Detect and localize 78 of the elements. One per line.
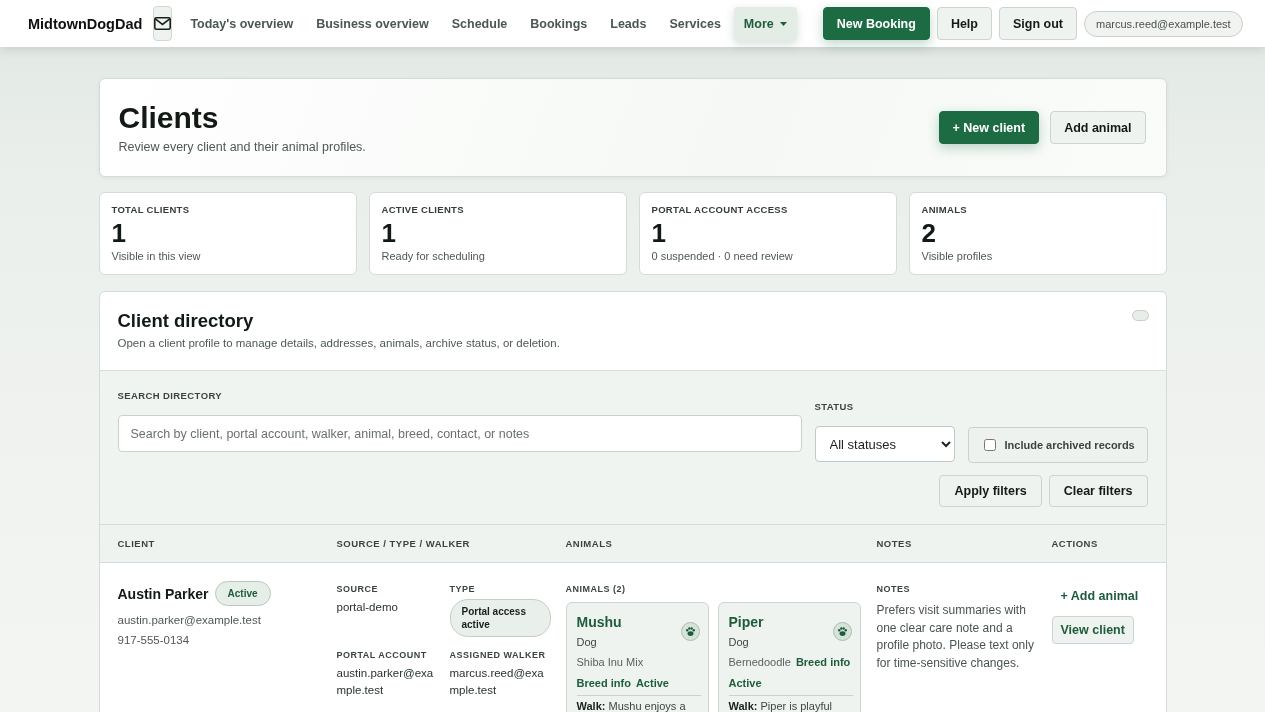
field-label: SEARCH DIRECTORY <box>117 390 223 402</box>
status-badge: Active <box>214 581 271 606</box>
section-description: Open a client profile to manage details, addresses, animals, archive status, or deletion. <box>117 336 560 351</box>
stat-note: 0 suspended · 0 need review <box>651 249 793 263</box>
column-header: NOTES <box>876 538 912 549</box>
walk-note: Walk: Mushu enjoys a <box>576 695 701 712</box>
stat-value: 1 <box>651 218 666 248</box>
stat-label: ACTIVE CLIENTS <box>381 204 464 216</box>
client-email: austin.parker@example.test <box>117 613 261 628</box>
paw-icon <box>680 622 700 641</box>
filter-button[interactable]: Clear filters <box>1048 475 1148 507</box>
stat-value: 2 <box>921 218 936 248</box>
field-label: ASSIGNED WALKER <box>449 649 546 662</box>
animal-name: Piper <box>728 613 764 632</box>
column-header: ACTIONS <box>1051 538 1098 549</box>
walk-note: Walk: Piper is playful <box>728 695 853 712</box>
page-subtitle: Review every client and their animal profiles. <box>118 139 366 155</box>
animals-label: ANIMALS (2) <box>565 583 626 596</box>
search-field[interactable]: Search by client, portal account, walker, animal, breed, contact, or notes <box>117 415 802 452</box>
field-value: portal-demo <box>336 600 398 615</box>
nav-button[interactable]: Help <box>936 7 992 40</box>
animal-name: Mushu <box>576 613 622 632</box>
animal-species: Dog <box>728 635 749 650</box>
breed-info-link[interactable]: Breed info <box>576 674 631 692</box>
add-animal-link[interactable]: + Add animal <box>1051 584 1148 608</box>
nav-link[interactable]: Services <box>659 6 731 41</box>
nav-link[interactable]: Business overview <box>306 6 439 41</box>
stat-label: PORTAL ACCOUNT ACCESS <box>651 204 788 216</box>
animal-breed: Bernedoodle <box>728 655 791 670</box>
breed-info-link[interactable]: Breed info <box>795 653 851 671</box>
archived-filter[interactable]: Include archived records <box>967 427 1148 463</box>
client-phone: 917-555-0134 <box>117 633 190 648</box>
brand-name: MidtownDogDad <box>28 15 143 32</box>
type-badge: Portal access active <box>449 599 551 637</box>
stat-note: Visible profiles <box>921 249 993 263</box>
new-booking-button[interactable]: New Booking <box>822 7 930 40</box>
animal-breed: Shiba Inu Mix <box>576 655 644 670</box>
animal-species: Dog <box>576 635 597 650</box>
field-label: PORTAL ACCOUNT <box>336 649 427 662</box>
account-email: marcus.reed@example.test <box>1084 10 1243 37</box>
add-animal-button[interactable]: Add animal <box>1050 111 1146 144</box>
nav-button[interactable]: Sign out <box>999 7 1077 40</box>
animal-status: Active <box>635 676 669 691</box>
stat-note: Ready for scheduling <box>381 249 485 263</box>
more-menu-button[interactable]: More <box>733 6 797 41</box>
stat-label: TOTAL CLIENTS <box>111 204 190 216</box>
notes-text: Prefers visit summaries with one clear care note and a profile photo. Please text only for time-sensitive changes. <box>876 602 1035 672</box>
nav-link[interactable]: Bookings <box>520 6 598 41</box>
notes-label: NOTES <box>876 583 910 596</box>
animal-status: Active <box>728 676 762 691</box>
field-label: STATUS <box>814 401 854 413</box>
inbox-button[interactable] <box>153 6 173 41</box>
nav-link[interactable]: Leads <box>600 6 657 41</box>
stat-label: ANIMALS <box>921 204 967 216</box>
page-title: Clients <box>118 100 219 136</box>
filter-button[interactable]: Apply filters <box>939 475 1042 507</box>
checkbox[interactable] <box>983 439 996 451</box>
new-client-button[interactable]: + New client <box>938 111 1040 144</box>
field-label: SOURCE <box>336 583 378 596</box>
nav-link[interactable]: Schedule <box>441 6 518 41</box>
stat-value: 1 <box>381 218 396 248</box>
field-label: TYPE <box>449 583 475 596</box>
field-value: marcus.reed@example.test <box>449 666 545 698</box>
nav-link[interactable]: Today's overview <box>180 6 304 41</box>
stat-value: 1 <box>111 218 126 248</box>
client-name[interactable]: Austin Parker <box>117 585 209 602</box>
checkbox-label: Include archived records <box>1004 439 1135 451</box>
section-title: Client directory <box>117 309 254 333</box>
column-header: CLIENT <box>117 538 155 549</box>
paw-icon <box>832 622 852 641</box>
status-select[interactable]: All statuses <box>814 426 955 462</box>
column-header: ANIMALS <box>565 538 613 549</box>
field-value: austin.parker@example.test <box>336 666 435 698</box>
mail-icon <box>154 17 172 30</box>
view-client-button[interactable]: View client <box>1051 616 1134 644</box>
caret-icon <box>779 21 787 26</box>
stat-note: Visible in this view <box>111 249 201 263</box>
column-header: SOURCE / TYPE / WALKER <box>336 538 470 549</box>
